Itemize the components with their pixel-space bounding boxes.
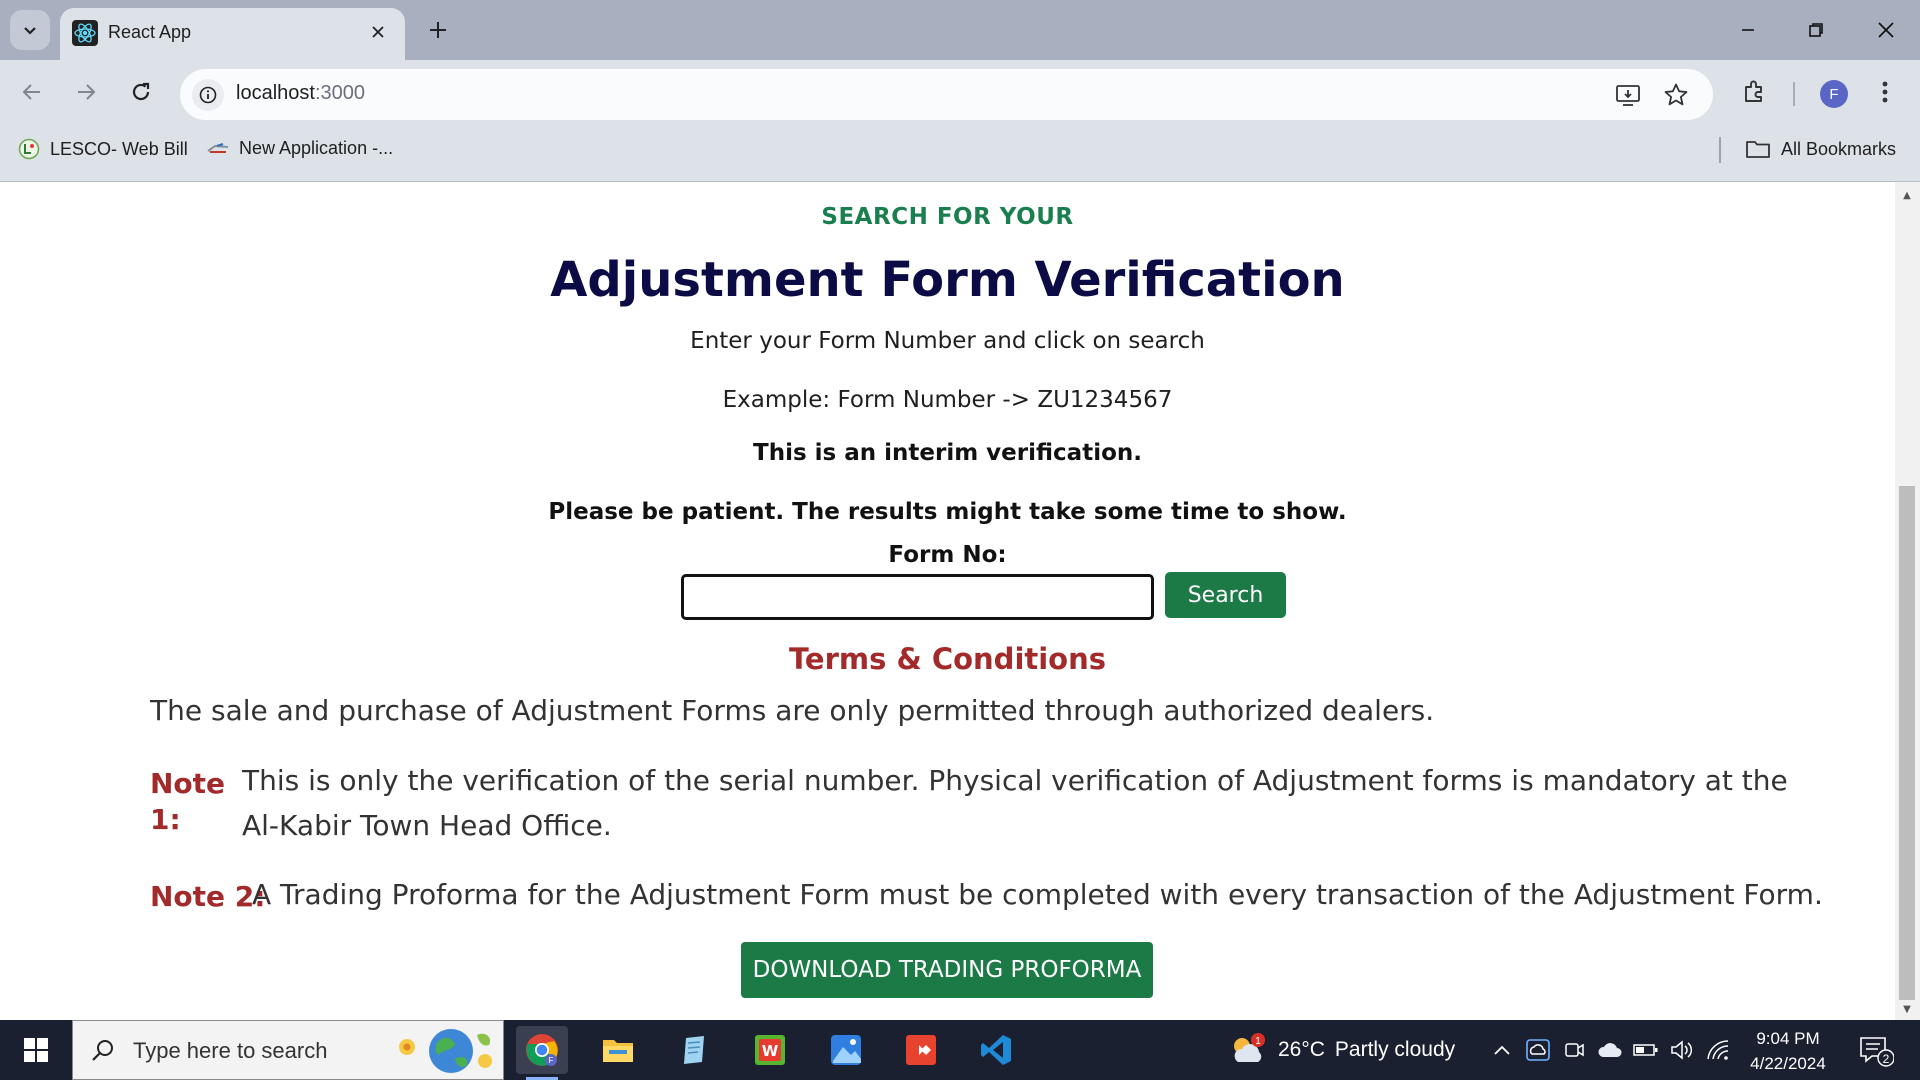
terms-text: The sale and purchase of Adjustment Form…: [150, 694, 1435, 727]
form-number-label: Form No:: [888, 542, 1007, 568]
vscode-icon[interactable]: [970, 1026, 1022, 1074]
scrollbar-thumb[interactable]: [1899, 486, 1915, 1000]
weather-badge: 1: [1255, 1036, 1261, 1047]
photos-icon[interactable]: [820, 1026, 872, 1074]
note-2-text: A Trading Proforma for the Adjustment Fo…: [252, 878, 1823, 911]
battery-icon[interactable]: [1632, 1036, 1660, 1064]
note-1-label: Note 1:: [150, 767, 226, 836]
wifi-icon[interactable]: [1704, 1036, 1732, 1064]
forward-icon[interactable]: [68, 74, 104, 110]
reload-icon[interactable]: [123, 74, 159, 110]
note-1-text: This is only the verification of the ser…: [242, 764, 1788, 842]
volume-icon[interactable]: [1668, 1036, 1696, 1064]
bookmarks-bar: LESCO- Web Bill New Application -... All…: [0, 125, 1920, 182]
bookmarks-separator: [1719, 137, 1721, 163]
react-logo-icon: [72, 20, 98, 46]
all-bookmarks-label: All Bookmarks: [1781, 138, 1897, 159]
taskbar-search-placeholder: Type here to search: [133, 1038, 328, 1063]
profile-avatar[interactable]: F: [1820, 80, 1848, 108]
earth-day-illustration-icon: [399, 1029, 492, 1073]
url-host: localhost: [236, 82, 315, 104]
url-text[interactable]: localhost:3000: [236, 82, 365, 105]
chevron-up-icon[interactable]: [1488, 1036, 1516, 1064]
lesco-favicon-icon: [18, 138, 40, 160]
svg-text:F: F: [549, 1056, 554, 1065]
git-icon[interactable]: [895, 1026, 947, 1074]
bookmark-label: LESCO- Web Bill: [50, 138, 188, 159]
address-bar[interactable]: localhost:3000: [180, 69, 1713, 120]
browser-tab[interactable]: React App: [60, 8, 405, 60]
folder-icon: [1746, 141, 1770, 158]
weather-temp: 26°C: [1278, 1038, 1325, 1061]
url-port: :3000: [314, 82, 365, 104]
all-bookmarks[interactable]: All Bookmarks: [1745, 138, 1896, 160]
page-title: Adjustment Form Verification: [550, 252, 1345, 308]
note-2-label: Note 2:: [150, 880, 266, 913]
system-clock[interactable]: 9:04 PM 4/22/2024: [1740, 1026, 1836, 1076]
site-info-icon[interactable]: [192, 79, 224, 111]
windows-taskbar: Type here to search F W 1 26°C Partly cl…: [0, 1020, 1920, 1080]
chrome-icon[interactable]: F: [516, 1026, 568, 1080]
search-button[interactable]: Search: [1165, 572, 1286, 618]
notepad-icon[interactable]: [668, 1026, 720, 1074]
weather-widget[interactable]: 1 26°C Partly cloudy: [1228, 1032, 1455, 1068]
notification-count: 2: [1883, 1052, 1890, 1066]
onedrive-icon[interactable]: [1524, 1036, 1552, 1064]
restore-icon[interactable]: [1796, 10, 1836, 50]
tab-title: React App: [108, 22, 192, 42]
close-icon[interactable]: [365, 19, 391, 45]
weather-description: Partly cloudy: [1334, 1038, 1456, 1061]
terms-title: Terms & Conditions: [788, 642, 1107, 676]
meet-icon[interactable]: [1560, 1036, 1588, 1064]
toolbar-separator: [1793, 82, 1795, 106]
weather-icon: 1: [1234, 1033, 1265, 1062]
file-explorer-icon[interactable]: [592, 1026, 644, 1074]
clock-time: 9:04 PM: [1756, 1029, 1820, 1048]
notification-icon[interactable]: 2: [1858, 1034, 1895, 1068]
svg-text:W: W: [762, 1042, 779, 1060]
interim-notice: This is an interim verification.: [753, 440, 1142, 466]
extensions-icon[interactable]: [1737, 75, 1771, 109]
example-text: Example: Form Number -> ZU1234567: [722, 387, 1173, 413]
instruction-text: Enter your Form Number and click on sear…: [690, 328, 1205, 354]
clock-date: 4/22/2024: [1750, 1054, 1826, 1073]
application-favicon-icon: [207, 142, 229, 153]
wps-icon[interactable]: W: [744, 1026, 796, 1074]
scroll-up-icon[interactable]: ▲: [1898, 186, 1916, 204]
cloud-icon[interactable]: [1596, 1036, 1624, 1064]
bookmark-star-icon[interactable]: [1661, 80, 1691, 110]
page-content: SEARCH FOR YOUR Adjustment Form Verifica…: [0, 182, 1895, 1020]
download-trading-proforma-button[interactable]: DOWNLOAD TRADING PROFORMA: [741, 942, 1153, 998]
patience-notice: Please be patient. The results might tak…: [548, 499, 1347, 525]
search-icon: [87, 1035, 119, 1067]
browser-toolbar: localhost:3000: [0, 60, 1920, 125]
page-kicker: SEARCH FOR YOUR: [821, 204, 1074, 230]
bookmark-lesco[interactable]: LESCO- Web Bill: [18, 138, 188, 160]
browser-tab-strip: React App: [0, 0, 1920, 60]
back-icon[interactable]: [14, 74, 50, 110]
bookmark-label: New Application -...: [239, 138, 394, 158]
bookmark-new-application[interactable]: New Application -...: [207, 138, 393, 159]
windows-logo-icon[interactable]: [10, 1028, 62, 1072]
plus-icon[interactable]: [420, 12, 456, 48]
minimize-icon[interactable]: [1728, 10, 1768, 50]
tab-list-icon[interactable]: [10, 10, 50, 50]
taskbar-search-box[interactable]: Type here to search: [72, 1020, 504, 1080]
install-app-icon[interactable]: [1613, 80, 1643, 110]
scroll-down-icon[interactable]: ▼: [1898, 1000, 1916, 1018]
form-number-input[interactable]: [681, 574, 1154, 620]
window-close-icon[interactable]: [1866, 10, 1906, 50]
more-menu-icon[interactable]: [1868, 75, 1902, 109]
